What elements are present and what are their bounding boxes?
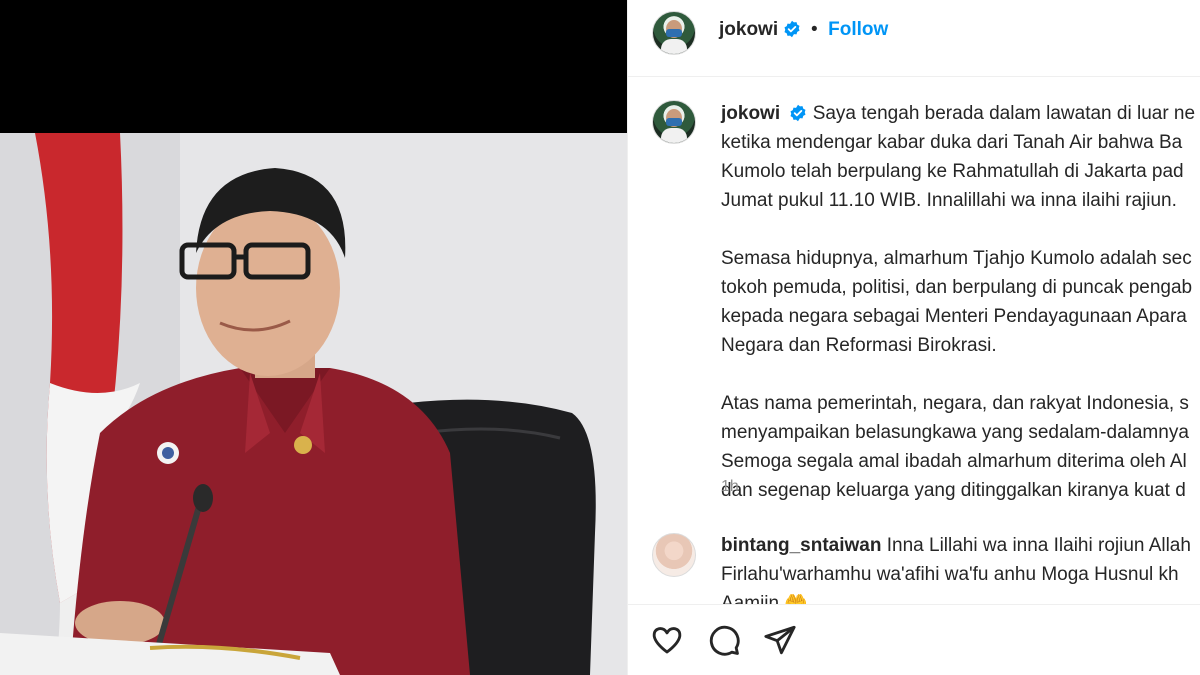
post-photo	[0, 133, 627, 675]
verified-icon	[790, 104, 806, 122]
caption-line: Semoga segala amal ibadah almarhum diter…	[721, 451, 1187, 472]
caption-line: menyampaikan belasungkawa yang sedalam-d…	[721, 422, 1189, 443]
caption-paragraph-3: Atas nama pemerintah, negara, dan rakyat…	[721, 389, 1200, 505]
author-avatar[interactable]	[652, 11, 696, 55]
commenter-avatar[interactable]	[652, 533, 696, 577]
post-timestamp[interactable]: 1h	[721, 478, 739, 496]
follow-button[interactable]: Follow	[828, 19, 888, 40]
caption-paragraph-1: jokowi Saya tengah berada dalam lawatan …	[721, 99, 1200, 215]
verified-icon	[784, 20, 800, 38]
author-username[interactable]: jokowi	[719, 19, 778, 40]
separator-dot: •	[811, 19, 818, 40]
caption-line: Semasa hidupnya, almarhum Tjahjo Kumolo …	[721, 248, 1192, 269]
post-media[interactable]	[0, 0, 627, 675]
caption-line: Jumat pukul 11.10 WIB. Innalillahi wa in…	[721, 190, 1177, 211]
comment-icon[interactable]	[707, 623, 741, 657]
post-header: jokowi • Follow	[628, 0, 1200, 77]
caption-author-username[interactable]: jokowi	[721, 103, 780, 124]
post-caption: jokowi Saya tengah berada dalam lawatan …	[721, 99, 1200, 534]
caption-line: kepada negara sebagai Menteri Pendayagun…	[721, 306, 1187, 327]
header-author-line: jokowi • Follow	[719, 19, 888, 41]
post-details-panel: jokowi • Follow jokowi Saya tengah berad…	[627, 0, 1200, 675]
caption-author-avatar[interactable]	[652, 100, 696, 144]
heart-icon[interactable]	[650, 623, 684, 657]
commenter-username[interactable]: bintang_sntaiwan	[721, 535, 881, 556]
caption-paragraph-2: Semasa hidupnya, almarhum Tjahjo Kumolo …	[721, 244, 1200, 360]
caption-line: Negara dan Reformasi Birokrasi.	[721, 335, 997, 356]
caption-line: tokoh pemuda, politisi, dan berpulang di…	[721, 277, 1193, 298]
caption-line: dan segenap keluarga yang ditinggalkan k…	[721, 480, 1186, 501]
caption-line: Saya tengah berada dalam lawatan di luar…	[812, 103, 1196, 124]
share-icon[interactable]	[763, 623, 797, 657]
caption-line: ketika mendengar kabar duka dari Tanah A…	[721, 132, 1183, 153]
comment-line: Inna Lillahi wa inna Ilaihi rojiun Allah	[886, 535, 1191, 556]
comment-line: Firlahu'warhamhu wa'afihi wa'fu anhu Mog…	[721, 564, 1179, 585]
caption-line: Atas nama pemerintah, negara, dan rakyat…	[721, 393, 1189, 414]
caption-line: Kumolo telah berpulang ke Rahmatullah di…	[721, 161, 1184, 182]
action-bar	[628, 604, 1200, 675]
